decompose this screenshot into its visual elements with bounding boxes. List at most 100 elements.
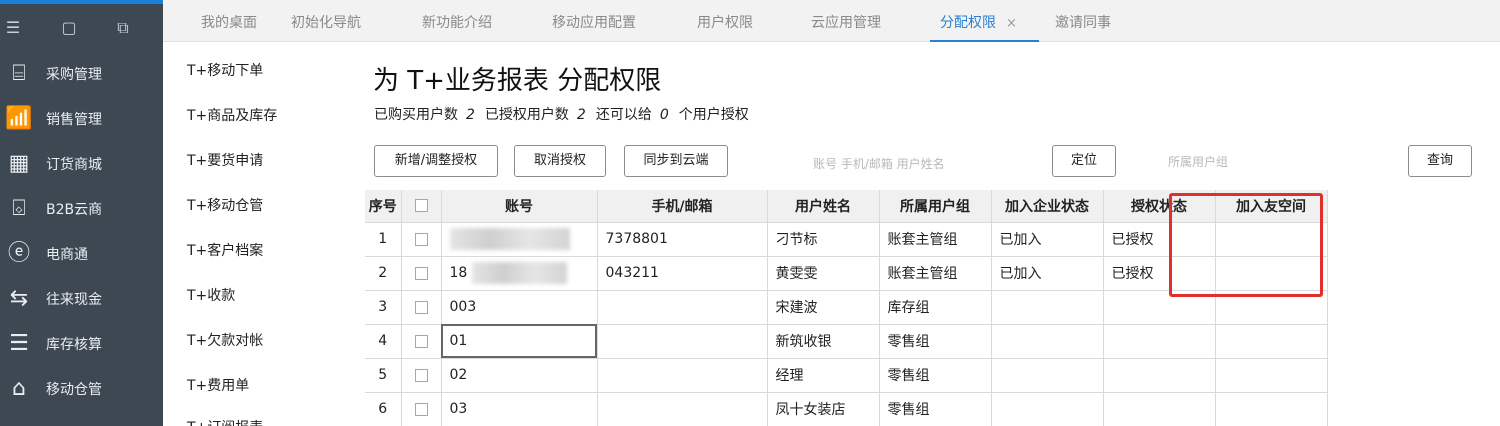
col-user-group[interactable]: 所属用户组	[879, 190, 992, 223]
menu-icon[interactable]: ☰	[2, 17, 24, 39]
row-checkbox[interactable]	[414, 334, 428, 348]
add-adjust-auth-button[interactable]: 新增/调整授权	[374, 145, 498, 177]
group-cell[interactable]: 零售组	[879, 324, 992, 359]
join-space-cell[interactable]	[1215, 392, 1328, 426]
row-checkbox[interactable]	[414, 232, 428, 246]
cash-icon: ⇆	[9, 286, 29, 311]
row-checkbox[interactable]	[414, 266, 428, 280]
sidebar-item-label: B2B云商	[46, 202, 103, 218]
name-cell[interactable]: 凤十女装店	[767, 392, 880, 426]
submenu-item[interactable]: T+欠款对帐	[187, 330, 263, 350]
row-checkbox[interactable]	[414, 368, 428, 382]
sync-cloud-button[interactable]: 同步到云端	[624, 145, 728, 177]
query-button[interactable]: 查询	[1408, 145, 1472, 177]
group-cell[interactable]: 零售组	[879, 392, 992, 426]
join-space-cell[interactable]	[1215, 324, 1328, 359]
join-space-cell[interactable]	[1215, 358, 1328, 393]
tab-init-guide[interactable]: 初始化导航	[291, 12, 361, 42]
name-cell[interactable]: 宋建波	[767, 290, 880, 325]
account-cell[interactable]: 03	[441, 392, 598, 426]
col-phone-email[interactable]: 手机/邮箱	[597, 190, 768, 223]
join-status-cell[interactable]	[991, 358, 1104, 393]
auth-status-cell[interactable]	[1103, 358, 1216, 393]
name-cell[interactable]: 黄雯雯	[767, 256, 880, 291]
row-checkbox-cell[interactable]	[401, 392, 442, 426]
sidebar-item-ecommerce[interactable]: ⓔ 电商通	[0, 232, 163, 276]
account-cell-selected[interactable]: 01	[441, 324, 598, 359]
table-row[interactable]: 6 03 凤十女装店 零售组	[365, 392, 1328, 426]
join-status-cell[interactable]	[991, 392, 1104, 426]
window-icon[interactable]: ▢	[58, 17, 80, 39]
redacted-account	[471, 262, 567, 284]
row-checkbox-cell[interactable]	[401, 324, 442, 359]
sidebar-item-b2b[interactable]: ⌺ B2B云商	[0, 187, 163, 231]
phone-cell[interactable]	[597, 358, 768, 393]
row-checkbox-cell[interactable]	[401, 256, 442, 291]
table-row[interactable]: 4 01 新筑收银 零售组	[365, 324, 1328, 359]
submenu-item[interactable]: T+收款	[187, 285, 235, 305]
row-checkbox-cell[interactable]	[401, 290, 442, 325]
tab-my-desktop[interactable]: 我的桌面	[201, 12, 257, 42]
submenu-item[interactable]: T+订阅报表	[187, 417, 263, 426]
group-cell[interactable]: 零售组	[879, 358, 992, 393]
search-input[interactable]: 账号 手机/邮箱 用户姓名	[813, 155, 945, 172]
row-checkbox[interactable]	[414, 402, 428, 416]
auth-status-cell[interactable]	[1103, 392, 1216, 426]
auth-status-cell[interactable]	[1103, 324, 1216, 359]
phone-cell[interactable]	[597, 324, 768, 359]
account-cell[interactable]: 003	[441, 290, 598, 325]
col-select-all[interactable]	[401, 190, 442, 223]
tab-user-permissions[interactable]: 用户权限	[697, 12, 753, 42]
row-index: 5	[365, 358, 402, 393]
sidebar-item-store[interactable]: ▦ 订货商城	[0, 142, 163, 186]
group-cell[interactable]: 账套主管组	[879, 256, 992, 291]
account-cell[interactable]: 18	[441, 256, 598, 291]
join-status-cell[interactable]: 已加入	[991, 222, 1104, 257]
phone-cell[interactable]	[597, 290, 768, 325]
cancel-auth-button[interactable]: 取消授权	[514, 145, 606, 177]
tab-assign-permissions[interactable]: 分配权限 ×	[930, 12, 1039, 42]
join-status-cell[interactable]	[991, 290, 1104, 325]
group-cell[interactable]: 账套主管组	[879, 222, 992, 257]
row-checkbox-cell[interactable]	[401, 222, 442, 257]
col-account[interactable]: 账号	[441, 190, 598, 223]
row-checkbox-cell[interactable]	[401, 358, 442, 393]
user-group-select[interactable]: 所属用户组	[1158, 147, 1398, 177]
select-all-checkbox[interactable]	[414, 199, 428, 213]
close-icon[interactable]: ×	[1006, 16, 1017, 31]
sidebar-item-inventory[interactable]: ☰ 库存核算	[0, 322, 163, 366]
table-row[interactable]: 5 02 经理 零售组	[365, 358, 1328, 393]
row-checkbox[interactable]	[414, 300, 428, 314]
locate-button[interactable]: 定位	[1052, 145, 1116, 177]
sidebar-item-cash[interactable]: ⇆ 往来现金	[0, 277, 163, 321]
join-status-cell[interactable]	[991, 324, 1104, 359]
account-cell[interactable]: 02	[441, 358, 598, 393]
tab-mobile-config[interactable]: 移动应用配置	[552, 12, 636, 42]
row-index: 2	[365, 256, 402, 291]
sidebar-item-mobile-warehouse[interactable]: ⌂ 移动仓管	[0, 367, 163, 411]
col-user-name[interactable]: 用户姓名	[767, 190, 880, 223]
tab-new-features[interactable]: 新功能介绍	[422, 12, 492, 42]
submenu-item[interactable]: T+费用单	[187, 375, 249, 395]
account-cell[interactable]	[441, 222, 598, 257]
name-cell[interactable]: 经理	[767, 358, 880, 393]
name-cell[interactable]: 新筑收银	[767, 324, 880, 359]
popout-icon[interactable]: ⧉	[112, 17, 134, 39]
phone-cell[interactable]	[597, 392, 768, 426]
sidebar-item-purchase[interactable]: ⌸ 采购管理	[0, 52, 163, 96]
tab-invite-colleague[interactable]: 邀请同事	[1055, 12, 1111, 42]
submenu-item[interactable]: T+移动下单	[187, 60, 263, 80]
submenu-item[interactable]: T+移动仓管	[187, 195, 263, 215]
phone-cell[interactable]: 7378801	[597, 222, 768, 257]
tab-cloud-apps[interactable]: 云应用管理	[811, 12, 881, 42]
col-join-status[interactable]: 加入企业状态	[991, 190, 1104, 223]
sidebar-item-sales[interactable]: 📶 销售管理	[0, 97, 163, 141]
submenu-item[interactable]: T+要货申请	[187, 150, 263, 170]
license-stats: 已购买用户数 2 已授权用户数 2 还可以给 0 个用户授权	[374, 104, 749, 124]
group-cell[interactable]: 库存组	[879, 290, 992, 325]
name-cell[interactable]: 刁节标	[767, 222, 880, 257]
submenu-item[interactable]: T+客户档案	[187, 240, 263, 260]
phone-cell[interactable]: 043211	[597, 256, 768, 291]
join-status-cell[interactable]: 已加入	[991, 256, 1104, 291]
submenu-item[interactable]: T+商品及库存	[187, 105, 277, 125]
